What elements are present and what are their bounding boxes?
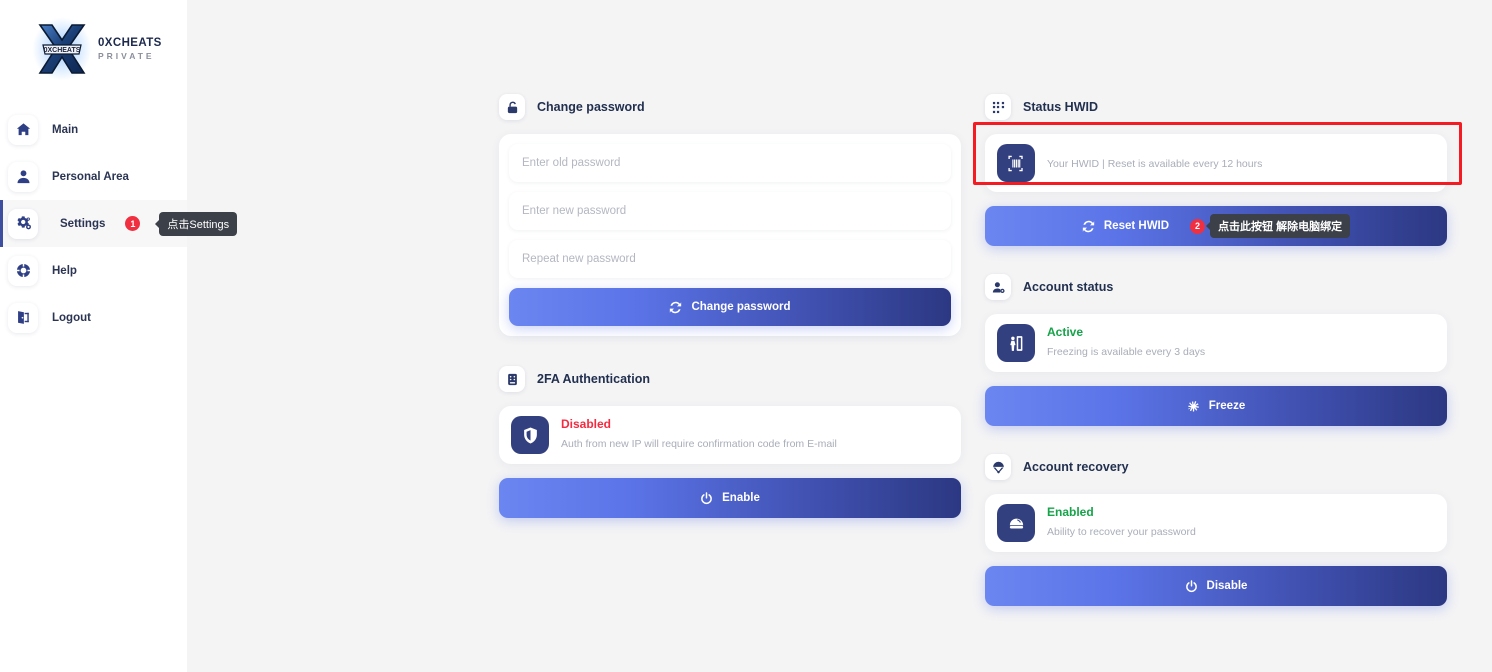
home-icon — [8, 114, 38, 145]
snowflake-icon — [1187, 400, 1200, 413]
section-title: Change password — [537, 100, 645, 114]
reset-hwid-tooltip: 点击此按钮 解除电脑绑定 — [1206, 214, 1351, 238]
settings-tooltip: 点击Settings — [155, 211, 238, 236]
left-column: Change password Enter old password Enter… — [499, 86, 961, 518]
refresh-icon — [1082, 220, 1095, 233]
repeat-password-placeholder: Repeat new password — [522, 253, 636, 265]
account-status-header: Account status — [985, 266, 1447, 308]
brand: 0XCHEATS 0XCHEATS PRIVATE — [0, 0, 187, 86]
sidebar-item-label: Personal Area — [52, 170, 129, 183]
sidebar-item-label: Settings — [60, 217, 106, 230]
twofa-enable-button-label: Enable — [722, 492, 760, 504]
right-column: Status HWID Your HWID | Reset is availab… — [985, 86, 1447, 606]
user-gear-icon — [985, 274, 1011, 300]
freeze-building-icon — [997, 324, 1035, 362]
account-recovery-value: Enabled — [1047, 505, 1094, 520]
shield-icon — [511, 416, 549, 454]
sidebar-item-label: Main — [52, 123, 79, 136]
sidebar-item-logout[interactable]: Logout — [0, 294, 187, 341]
twofa-status-card: Disabled Auth from new IP will require c… — [499, 406, 961, 464]
twofa-status-value: Disabled — [561, 417, 612, 432]
lifebuoy-icon — [8, 255, 38, 286]
twofa-enable-button[interactable]: Enable — [499, 478, 961, 518]
sidebar: 0XCHEATS 0XCHEATS PRIVATE Main Personal … — [0, 0, 238, 672]
brand-name: 0XCHEATS — [98, 36, 162, 49]
section-title: Account status — [1023, 280, 1114, 294]
new-password-field[interactable]: Enter new password — [509, 192, 951, 230]
account-status-value: Active — [1047, 325, 1084, 340]
parachute-icon — [985, 454, 1011, 480]
brand-subtitle: PRIVATE — [98, 50, 155, 61]
hwid-header: Status HWID — [985, 86, 1447, 128]
sidebar-item-help[interactable]: Help — [0, 247, 187, 294]
change-password-header: Change password — [499, 86, 961, 128]
power-icon — [700, 491, 713, 505]
gears-icon — [8, 208, 38, 239]
disable-recovery-button-label: Disable — [1206, 580, 1248, 592]
section-title: Status HWID — [1023, 100, 1098, 114]
account-recovery-header: Account recovery — [985, 446, 1447, 488]
account-recovery-description: Ability to recover your password — [1047, 526, 1196, 539]
change-password-card: Enter old password Enter new password Re… — [499, 134, 961, 336]
sidebar-item-settings[interactable]: Settings 1 点击Settings — [0, 200, 238, 247]
reset-hwid-button[interactable]: Reset HWID 2 点击此按钮 解除电脑绑定 — [985, 206, 1447, 246]
sidebar-item-label: Help — [52, 264, 77, 277]
lock-keypad-icon — [499, 366, 525, 392]
change-password-button-label: Change password — [691, 301, 791, 313]
hwid-card: Your HWID | Reset is available every 12 … — [985, 134, 1447, 192]
twofa-header: 2FA Authentication — [499, 358, 961, 400]
x-logo-icon: 0XCHEATS — [32, 17, 92, 81]
qr-code-icon — [985, 94, 1011, 120]
change-password-button[interactable]: Change password — [509, 288, 951, 326]
barcode-icon — [997, 144, 1035, 182]
sidebar-item-main[interactable]: Main — [0, 106, 187, 153]
main-content: Change password Enter old password Enter… — [187, 0, 1492, 672]
status-badge: 2 — [1190, 218, 1206, 234]
power-icon — [1185, 579, 1198, 593]
reset-hwid-button-label: Reset HWID — [1103, 220, 1170, 232]
account-status-description: Freezing is available every 3 days — [1047, 346, 1206, 359]
disable-recovery-button[interactable]: Disable — [985, 566, 1447, 606]
new-password-placeholder: Enter new password — [522, 205, 627, 217]
freeze-button[interactable]: Freeze — [985, 386, 1447, 426]
repeat-password-field[interactable]: Repeat new password — [509, 240, 951, 278]
account-recovery-card: Enabled Ability to recover your password — [985, 494, 1447, 552]
user-icon — [8, 161, 38, 192]
old-password-placeholder: Enter old password — [522, 157, 621, 169]
account-status-card: Active Freezing is available every 3 day… — [985, 314, 1447, 372]
status-badge: 1 — [125, 216, 141, 231]
app-root: 0XCHEATS 0XCHEATS PRIVATE Main Personal … — [0, 0, 1492, 672]
sidebar-item-personal-area[interactable]: Personal Area — [0, 153, 187, 200]
life-ring-icon — [997, 504, 1035, 542]
old-password-field[interactable]: Enter old password — [509, 144, 951, 182]
logout-door-icon — [8, 302, 38, 333]
refresh-icon — [669, 301, 682, 314]
hwid-description: Your HWID | Reset is available every 12 … — [1047, 158, 1263, 171]
section-title: 2FA Authentication — [537, 372, 650, 386]
sidebar-item-label: Logout — [52, 311, 91, 324]
sidebar-nav: Main Personal Area Settings 1 点击Settings… — [0, 106, 238, 341]
section-title: Account recovery — [1023, 460, 1129, 474]
twofa-status-description: Auth from new IP will require confirmati… — [561, 438, 837, 451]
unlock-icon — [499, 94, 525, 120]
svg-text:0XCHEATS: 0XCHEATS — [44, 47, 81, 54]
freeze-button-label: Freeze — [1208, 400, 1246, 412]
